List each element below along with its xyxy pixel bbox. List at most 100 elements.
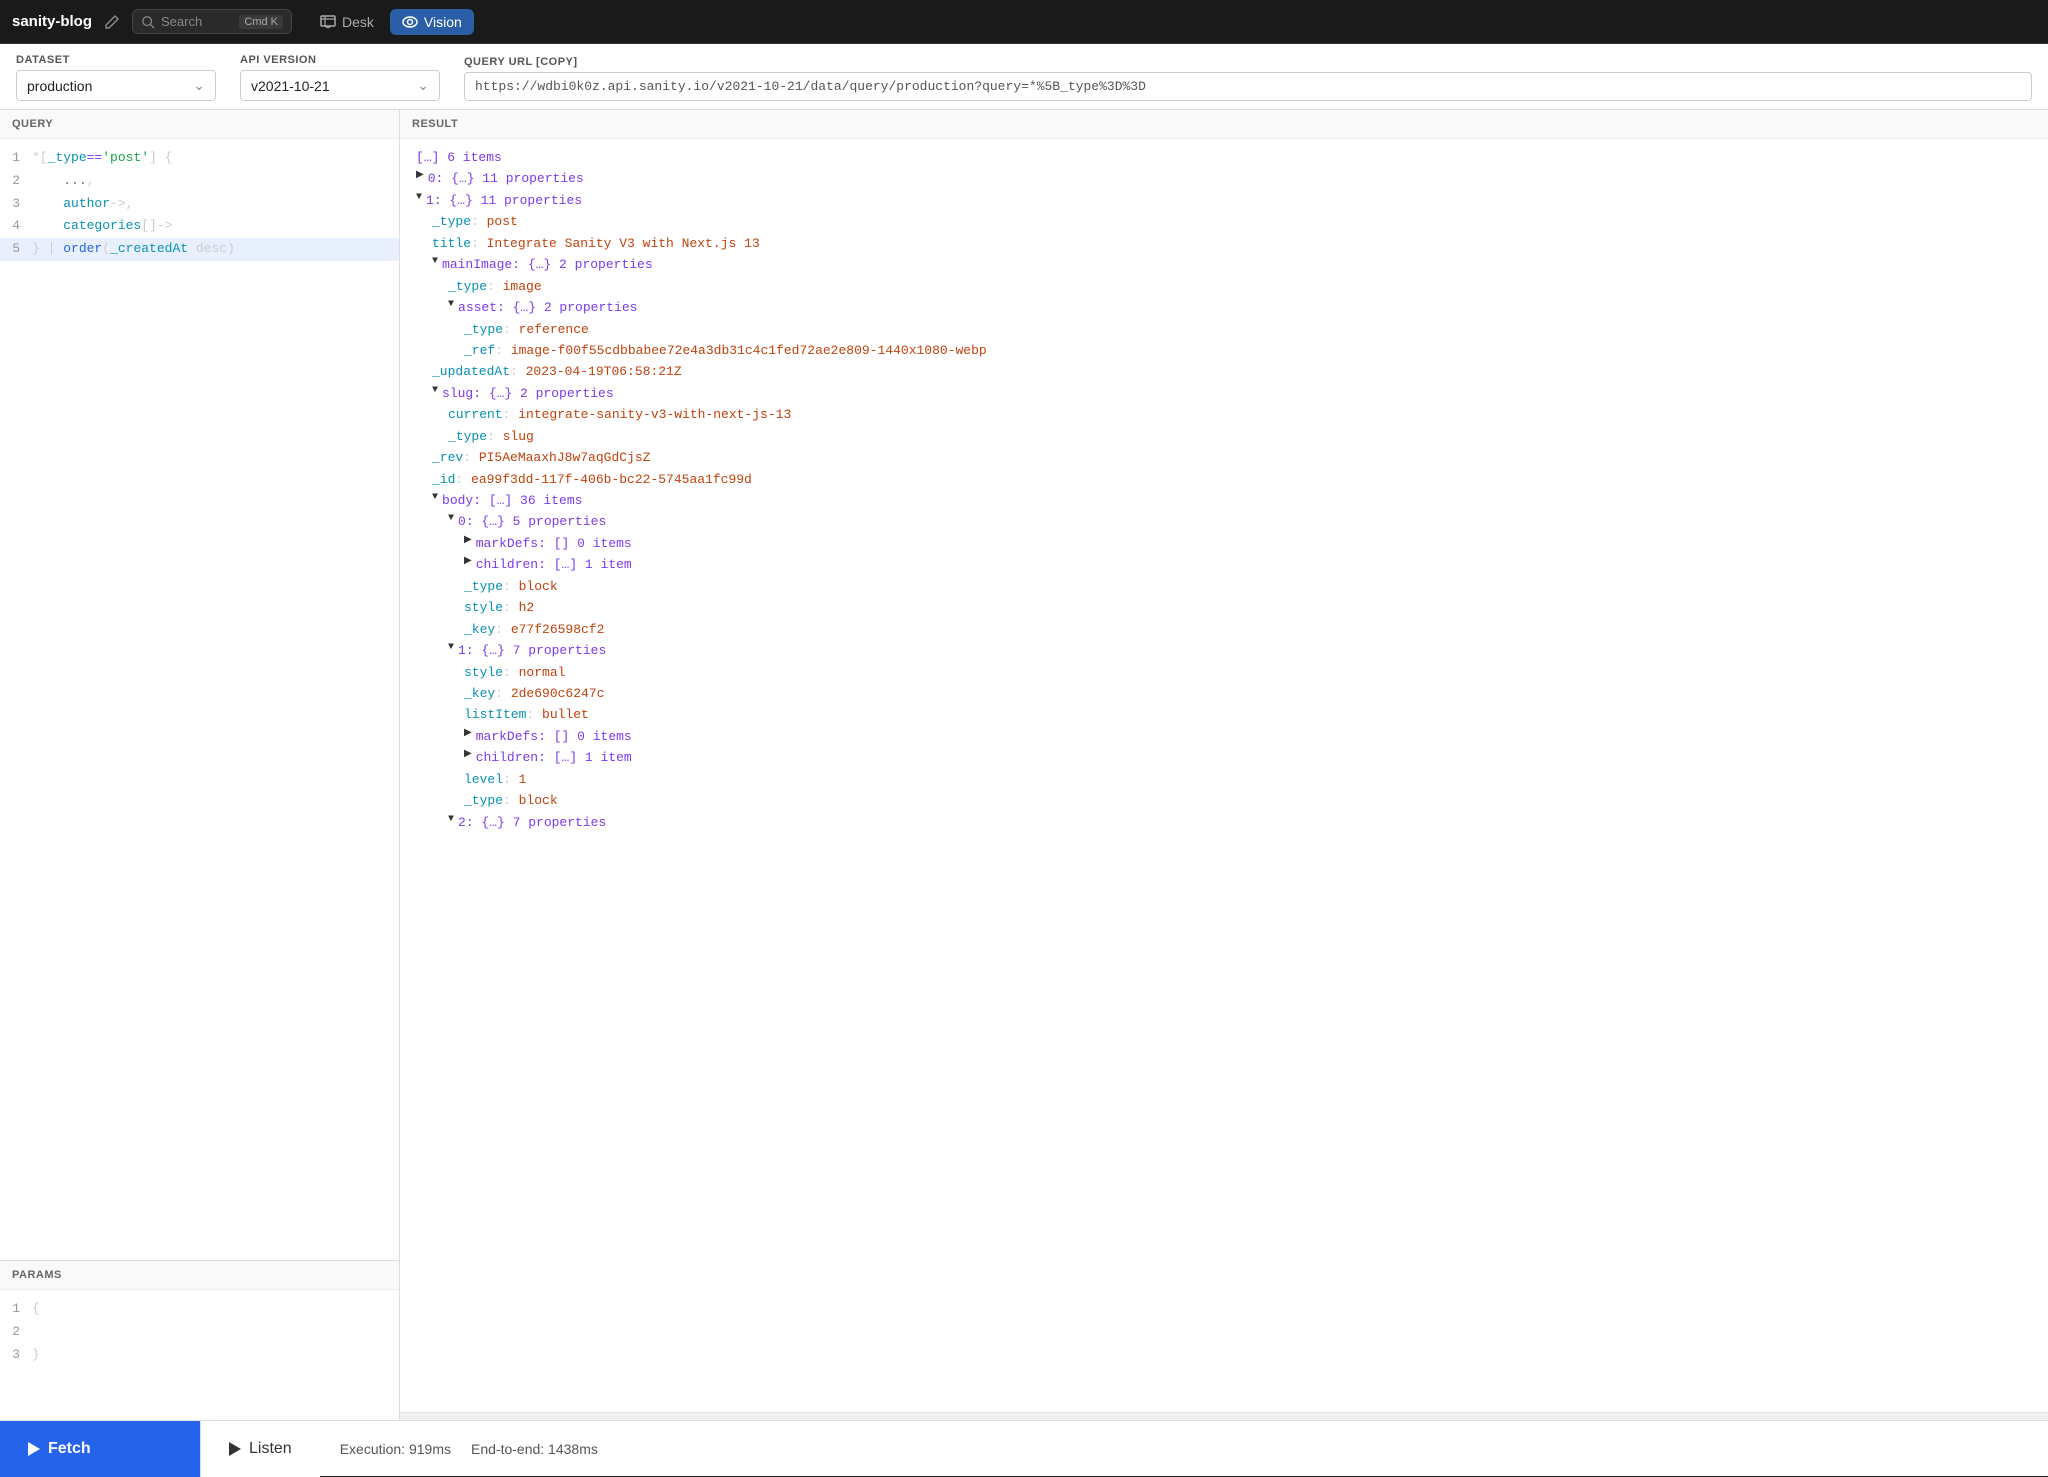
triangle-icon[interactable]: ▶ bbox=[464, 554, 472, 571]
params-section-header: PARAMS bbox=[0, 1261, 399, 1290]
horizontal-scrollbar[interactable] bbox=[400, 1412, 2048, 1420]
end-to-end-time: End-to-end: 1438ms bbox=[471, 1441, 598, 1457]
triangle-icon[interactable]: ▼ bbox=[432, 383, 438, 400]
dataset-select[interactable]: production ⌄ bbox=[16, 70, 216, 101]
search-bar[interactable]: Search Cmd K bbox=[132, 9, 292, 34]
right-panel: RESULT […] 6 items ▶ 0: {…} 11 propertie… bbox=[400, 110, 2048, 1420]
controls-row: DATASET production ⌄ API VERSION v2021-1… bbox=[0, 44, 2048, 110]
triangle-icon[interactable]: ▶ bbox=[464, 533, 472, 550]
result-summary: […] 6 items bbox=[416, 147, 2032, 168]
triangle-icon[interactable]: ▶ bbox=[464, 726, 472, 743]
tab-desk-label: Desk bbox=[342, 14, 374, 30]
fetch-label: Fetch bbox=[48, 1440, 91, 1458]
params-editor[interactable]: 1 { 2 3 } bbox=[0, 1290, 399, 1420]
result-slug: ▼ slug: {…} 2 properties bbox=[416, 383, 2032, 404]
main-content: QUERY 1 *[_type=='post'] { 2 ..., 3 auth… bbox=[0, 110, 2048, 1420]
query-line-1: 1 *[_type=='post'] { bbox=[0, 147, 399, 170]
result-body1-style: style: normal bbox=[416, 662, 2032, 683]
api-chevron-icon: ⌄ bbox=[417, 77, 429, 94]
result-section-header: RESULT bbox=[400, 110, 2048, 139]
triangle-icon[interactable]: ▶ bbox=[464, 747, 472, 764]
triangle-icon[interactable]: ▼ bbox=[448, 511, 454, 528]
eye-icon bbox=[402, 16, 418, 28]
api-version-value: v2021-10-21 bbox=[251, 78, 330, 94]
search-shortcut: Cmd K bbox=[239, 15, 283, 29]
tab-vision[interactable]: Vision bbox=[390, 9, 474, 35]
result-asset-type: _type: reference bbox=[416, 319, 2032, 340]
query-url-display[interactable]: https://wdbi0k0z.api.sanity.io/v2021-10-… bbox=[464, 72, 2032, 101]
params-line-3: 3 } bbox=[0, 1344, 399, 1367]
query-line-2: 2 ..., bbox=[0, 170, 399, 193]
nav-tabs: Desk Vision bbox=[308, 9, 474, 35]
top-nav: sanity-blog Search Cmd K Desk bbox=[0, 0, 2048, 44]
app-title: sanity-blog bbox=[12, 13, 92, 30]
listen-button[interactable]: Listen bbox=[200, 1421, 320, 1477]
result-children-1: ▶ children: […] 1 item bbox=[416, 747, 2032, 768]
result-body1-key: _key: 2de690c6247c bbox=[416, 683, 2032, 704]
result-body1-level: level: 1 bbox=[416, 769, 2032, 790]
result-body1-listitem: listItem: bullet bbox=[416, 704, 2032, 725]
triangle-icon[interactable]: ▼ bbox=[448, 640, 454, 657]
result-updatedat: _updatedAt: 2023-04-19T06:58:21Z bbox=[416, 361, 2032, 382]
dataset-group: DATASET production ⌄ bbox=[16, 54, 216, 109]
result-slug-current: current: integrate-sanity-v3-with-next-j… bbox=[416, 404, 2032, 425]
left-panel: QUERY 1 *[_type=='post'] { 2 ..., 3 auth… bbox=[0, 110, 400, 1420]
params-line-2: 2 bbox=[0, 1321, 399, 1344]
result-children-0: ▶ children: […] 1 item bbox=[416, 554, 2032, 575]
triangle-icon[interactable]: ▶ bbox=[416, 168, 424, 185]
result-area: […] 6 items ▶ 0: {…} 11 properties ▼ 1: … bbox=[400, 139, 2048, 1412]
fetch-button[interactable]: Fetch bbox=[0, 1421, 200, 1477]
result-body0-style: style: h2 bbox=[416, 597, 2032, 618]
api-version-select[interactable]: v2021-10-21 ⌄ bbox=[240, 70, 440, 101]
result-title: title: Integrate Sanity V3 with Next.js … bbox=[416, 233, 2032, 254]
params-panel: PARAMS 1 { 2 3 } bbox=[0, 1260, 399, 1420]
search-placeholder: Search bbox=[161, 14, 202, 29]
result-body1-type: _type: block bbox=[416, 790, 2032, 811]
query-line-3: 3 author->, bbox=[0, 193, 399, 216]
result-mainimage-type: _type: image bbox=[416, 276, 2032, 297]
dataset-label: DATASET bbox=[16, 54, 216, 66]
search-icon bbox=[141, 15, 155, 29]
triangle-icon[interactable]: ▼ bbox=[448, 812, 454, 829]
params-line-1: 1 { bbox=[0, 1298, 399, 1321]
triangle-icon[interactable]: ▼ bbox=[432, 490, 438, 507]
tab-vision-label: Vision bbox=[424, 14, 462, 30]
api-version-group: API VERSION v2021-10-21 ⌄ bbox=[240, 54, 440, 109]
triangle-icon[interactable]: ▼ bbox=[416, 190, 422, 207]
result-mainimage: ▼ mainImage: {…} 2 properties bbox=[416, 254, 2032, 275]
query-line-5: 5 } | order(_createdAt desc) bbox=[0, 238, 399, 261]
result-body0-type: _type: block bbox=[416, 576, 2032, 597]
query-url-group: QUERY URL [COPY] https://wdbi0k0z.api.sa… bbox=[464, 56, 2032, 109]
play-icon bbox=[28, 1442, 40, 1456]
result-body-2: ▼ 2: {…} 7 properties bbox=[416, 812, 2032, 833]
result-item-1: ▼ 1: {…} 11 properties bbox=[416, 190, 2032, 211]
triangle-icon[interactable]: ▼ bbox=[432, 254, 438, 271]
result-item-0: ▶ 0: {…} 11 properties bbox=[416, 168, 2032, 189]
result-asset-ref: _ref: image-f00f55cdbbabee72e4a3db31c4c1… bbox=[416, 340, 2032, 361]
dataset-value: production bbox=[27, 78, 92, 94]
api-version-label: API VERSION bbox=[240, 54, 440, 66]
result-asset: ▼ asset: {…} 2 properties bbox=[416, 297, 2032, 318]
query-editor[interactable]: 1 *[_type=='post'] { 2 ..., 3 author->, … bbox=[0, 139, 399, 1260]
dataset-chevron-icon: ⌄ bbox=[193, 77, 205, 94]
query-section-header: QUERY bbox=[0, 110, 399, 139]
desk-icon bbox=[320, 15, 336, 29]
triangle-icon[interactable]: ▼ bbox=[448, 297, 454, 314]
result-id: _id: ea99f3dd-117f-406b-bc22-5745aa1fc99… bbox=[416, 469, 2032, 490]
tab-desk[interactable]: Desk bbox=[308, 9, 386, 35]
query-url-label: QUERY URL [COPY] bbox=[464, 56, 2032, 68]
result-body0-key: _key: e77f26598cf2 bbox=[416, 619, 2032, 640]
result-markdefs-1: ▶ markDefs: [] 0 items bbox=[416, 726, 2032, 747]
execution-time: Execution: 919ms bbox=[340, 1441, 451, 1457]
result-markdefs-0: ▶ markDefs: [] 0 items bbox=[416, 533, 2032, 554]
result-body-0: ▼ 0: {…} 5 properties bbox=[416, 511, 2032, 532]
edit-icon[interactable] bbox=[104, 14, 120, 30]
execution-info: Execution: 919ms End-to-end: 1438ms bbox=[340, 1441, 598, 1457]
play-icon-listen bbox=[229, 1442, 241, 1456]
result-rev: _rev: PI5AeMaaxhJ8w7aqGdCjsZ bbox=[416, 447, 2032, 468]
result-body: ▼ body: […] 36 items bbox=[416, 490, 2032, 511]
result-body-1: ▼ 1: {…} 7 properties bbox=[416, 640, 2032, 661]
bottom-bar: Fetch Listen Execution: 919ms End-to-end… bbox=[0, 1420, 2048, 1476]
result-slug-type: _type: slug bbox=[416, 426, 2032, 447]
query-line-4: 4 categories[]-> bbox=[0, 215, 399, 238]
